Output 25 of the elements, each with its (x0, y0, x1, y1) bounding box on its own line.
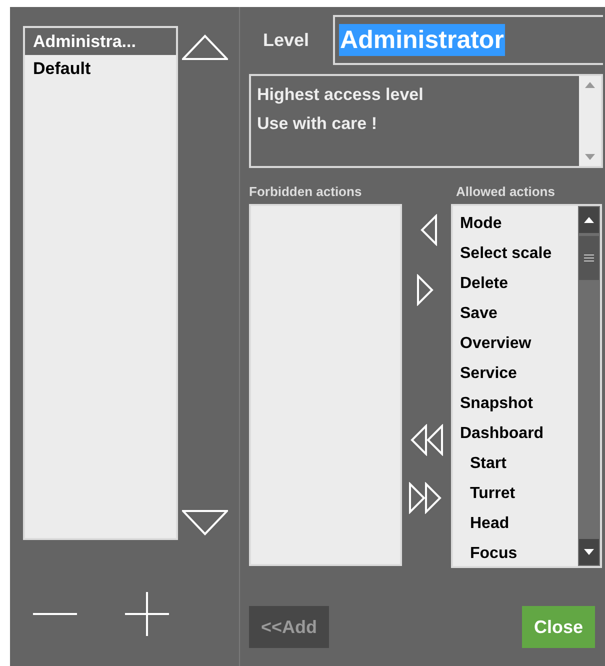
action-item[interactable]: Save (453, 299, 578, 329)
action-item[interactable]: Turret (453, 479, 578, 509)
action-item[interactable]: Snapshot (453, 389, 578, 419)
action-item[interactable]: Head (453, 509, 578, 539)
action-item[interactable]: Overview (453, 329, 578, 359)
level-label: Level (262, 30, 310, 50)
action-item[interactable]: Focus (453, 539, 578, 566)
action-item[interactable]: Select scale (453, 239, 578, 269)
action-item[interactable]: Mode (453, 209, 578, 239)
action-item[interactable]: Start (453, 449, 578, 479)
level-item[interactable]: Default (25, 55, 176, 82)
move-down-icon[interactable] (182, 510, 228, 536)
level-item[interactable]: Administra... (25, 28, 176, 55)
scroll-up-button[interactable] (579, 207, 599, 233)
caret-down-icon (584, 549, 594, 555)
scroll-thumb[interactable] (579, 236, 599, 280)
action-item[interactable]: Service (453, 359, 578, 389)
scroll-down-button[interactable] (579, 539, 599, 565)
caret-up-icon (584, 217, 594, 223)
action-item[interactable]: Dashboard (453, 419, 578, 449)
forbidden-title: Forbidden actions (249, 184, 363, 199)
action-item[interactable]: Delete (453, 269, 578, 299)
add-icon[interactable] (124, 592, 170, 638)
move-up-icon[interactable] (182, 34, 228, 60)
allowed-title: Allowed actions (455, 184, 556, 199)
